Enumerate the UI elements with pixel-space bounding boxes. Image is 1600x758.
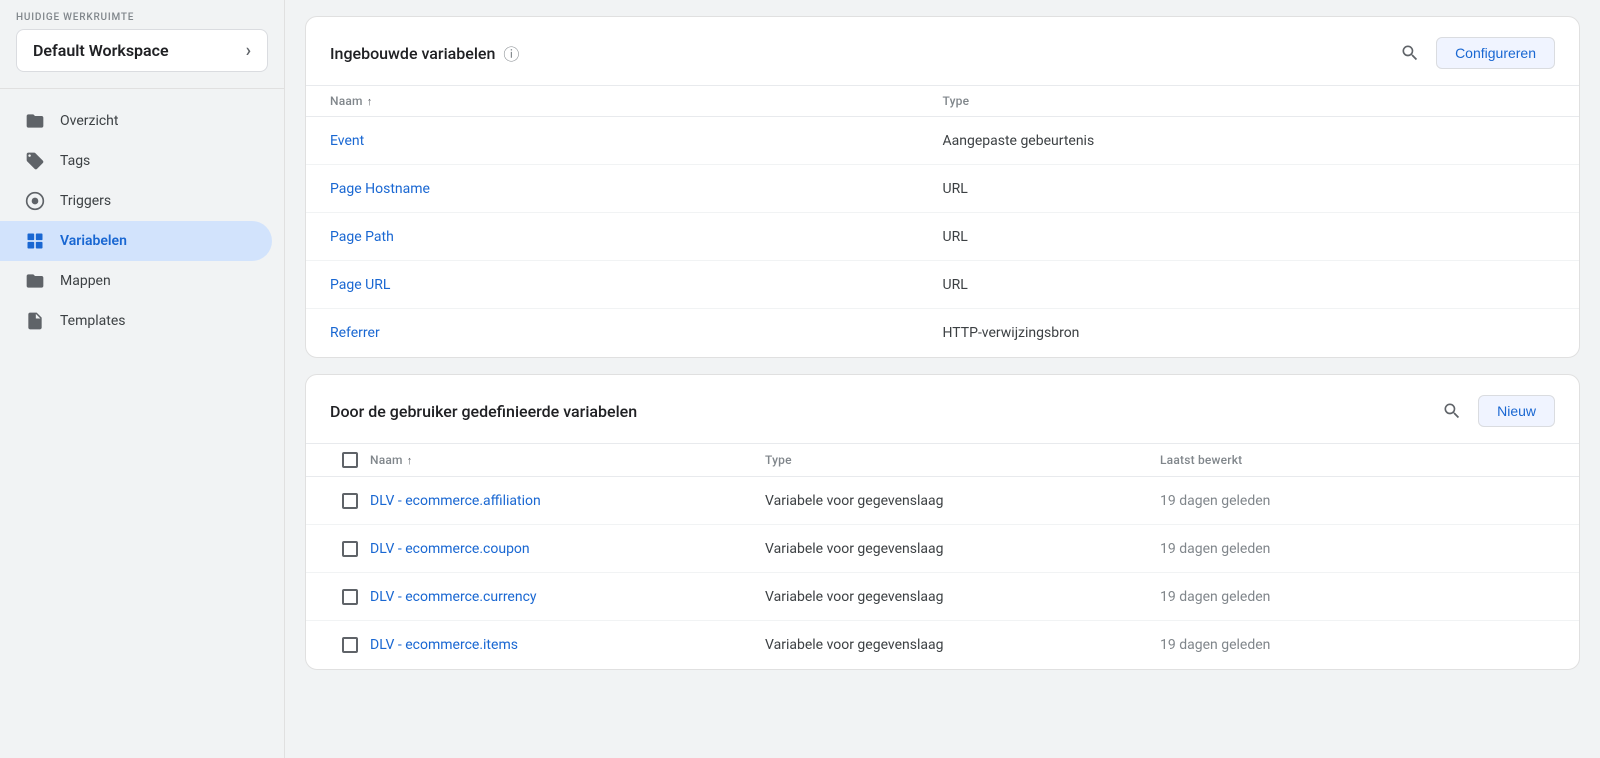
sidebar-item-label-variabelen: Variabelen	[60, 233, 127, 249]
sidebar-item-label-mappen: Mappen	[60, 273, 111, 289]
user-search-button[interactable]	[1438, 397, 1466, 425]
user-variable-edited: 19 dagen geleden	[1160, 637, 1555, 653]
table-row: Page URL URL	[306, 261, 1579, 309]
row-checkbox[interactable]	[342, 493, 358, 509]
triggers-icon	[24, 191, 46, 211]
builtin-card-header: Ingebouwde variabelen ⓘ Configureren	[306, 17, 1579, 86]
sidebar-item-mappen[interactable]: Mappen	[0, 261, 272, 301]
workspace-section: HUIDIGE WERKRUIMTE Default Workspace ›	[0, 0, 284, 89]
user-table: Naam ↑ Type Laatst bewerkt DLV - ecommer…	[306, 444, 1579, 669]
help-icon[interactable]: ⓘ	[503, 41, 519, 65]
variabelen-icon	[24, 231, 46, 251]
user-variable-link[interactable]: DLV - ecommerce.items	[370, 637, 765, 653]
chevron-right-icon: ›	[246, 40, 251, 61]
builtin-variables-card: Ingebouwde variabelen ⓘ Configureren Naa…	[305, 16, 1580, 358]
user-variable-type: Variabele voor gegevenslaag	[765, 589, 1160, 605]
table-row: Event Aangepaste gebeurtenis	[306, 117, 1579, 165]
sidebar-item-variabelen[interactable]: Variabelen	[0, 221, 272, 261]
user-card-actions: Nieuw	[1438, 395, 1555, 427]
tag-icon	[24, 151, 46, 171]
user-variable-type: Variabele voor gegevenslaag	[765, 637, 1160, 653]
user-card-title: Door de gebruiker gedefinieerde variabel…	[330, 402, 637, 421]
variable-name-link[interactable]: Event	[330, 133, 943, 149]
row-checkbox[interactable]	[342, 637, 358, 653]
sort-arrow-icon: ↑	[407, 454, 413, 467]
sidebar-item-overzicht[interactable]: Overzicht	[0, 101, 272, 141]
user-col-type: Type	[765, 452, 1160, 468]
user-variable-edited: 19 dagen geleden	[1160, 541, 1555, 557]
user-variable-edited: 19 dagen geleden	[1160, 589, 1555, 605]
new-variable-button[interactable]: Nieuw	[1478, 395, 1555, 427]
user-table-header: Naam ↑ Type Laatst bewerkt	[306, 444, 1579, 477]
variable-type: Aangepaste gebeurtenis	[943, 133, 1556, 149]
table-row: DLV - ecommerce.items Variabele voor geg…	[306, 621, 1579, 669]
sidebar-item-templates[interactable]: Templates	[0, 301, 272, 341]
variable-name-link[interactable]: Page Hostname	[330, 181, 943, 197]
variable-type: URL	[943, 229, 1556, 245]
sidebar-item-label-templates: Templates	[60, 313, 126, 329]
builtin-table-header: Naam ↑ Type	[306, 86, 1579, 117]
variable-type: URL	[943, 277, 1556, 293]
user-col-name: Naam ↑	[370, 452, 765, 468]
variable-name-link[interactable]: Page Path	[330, 229, 943, 245]
row-checkbox[interactable]	[342, 589, 358, 605]
templates-icon	[24, 311, 46, 331]
variable-type: HTTP-verwijzingsbron	[943, 325, 1556, 341]
sidebar-item-label-overzicht: Overzicht	[60, 113, 118, 129]
user-variable-link[interactable]: DLV - ecommerce.coupon	[370, 541, 765, 557]
sidebar-nav: Overzicht Tags Triggers Variabelen	[0, 89, 284, 758]
user-col-edited: Laatst bewerkt	[1160, 452, 1555, 468]
variable-name-link[interactable]: Page URL	[330, 277, 943, 293]
table-row: Referrer HTTP-verwijzingsbron	[306, 309, 1579, 357]
row-checkbox-wrap	[330, 541, 370, 557]
builtin-card-actions: Configureren	[1396, 37, 1555, 69]
user-variable-type: Variabele voor gegevenslaag	[765, 541, 1160, 557]
user-variable-type: Variabele voor gegevenslaag	[765, 493, 1160, 509]
builtin-card-title: Ingebouwde variabelen ⓘ	[330, 41, 519, 65]
row-checkbox-wrap	[330, 493, 370, 509]
user-card-header: Door de gebruiker gedefinieerde variabel…	[306, 375, 1579, 444]
workspace-name: Default Workspace	[33, 41, 169, 60]
table-row: DLV - ecommerce.coupon Variabele voor ge…	[306, 525, 1579, 573]
user-variable-link[interactable]: DLV - ecommerce.affiliation	[370, 493, 765, 509]
table-row: DLV - ecommerce.currency Variabele voor …	[306, 573, 1579, 621]
sidebar-item-label-tags: Tags	[60, 153, 90, 169]
sidebar-item-triggers[interactable]: Triggers	[0, 181, 272, 221]
sort-arrow-icon: ↑	[367, 95, 373, 108]
select-all-checkbox[interactable]	[342, 452, 358, 468]
table-row: Page Path URL	[306, 213, 1579, 261]
user-variable-link[interactable]: DLV - ecommerce.currency	[370, 589, 765, 605]
row-checkbox-wrap	[330, 589, 370, 605]
select-all-checkbox-wrap	[330, 452, 370, 468]
sidebar-item-label-triggers: Triggers	[60, 193, 111, 209]
builtin-table: Naam ↑ Type Event Aangepaste gebeurtenis…	[306, 86, 1579, 357]
folder-icon	[24, 111, 46, 131]
variable-type: URL	[943, 181, 1556, 197]
builtin-col-name: Naam ↑	[330, 94, 943, 108]
row-checkbox-wrap	[330, 637, 370, 653]
builtin-search-button[interactable]	[1396, 39, 1424, 67]
row-checkbox[interactable]	[342, 541, 358, 557]
table-row: Page Hostname URL	[306, 165, 1579, 213]
sidebar-item-tags[interactable]: Tags	[0, 141, 272, 181]
user-variables-card: Door de gebruiker gedefinieerde variabel…	[305, 374, 1580, 670]
configure-button[interactable]: Configureren	[1436, 37, 1555, 69]
mappen-icon	[24, 271, 46, 291]
sidebar: HUIDIGE WERKRUIMTE Default Workspace › O…	[0, 0, 285, 758]
user-variable-edited: 19 dagen geleden	[1160, 493, 1555, 509]
table-row: DLV - ecommerce.affiliation Variabele vo…	[306, 477, 1579, 525]
workspace-selector[interactable]: Default Workspace ›	[16, 29, 268, 72]
workspace-label: HUIDIGE WERKRUIMTE	[16, 12, 268, 23]
main-content: Ingebouwde variabelen ⓘ Configureren Naa…	[285, 0, 1600, 758]
variable-name-link[interactable]: Referrer	[330, 325, 943, 341]
builtin-col-type: Type	[943, 94, 1556, 108]
